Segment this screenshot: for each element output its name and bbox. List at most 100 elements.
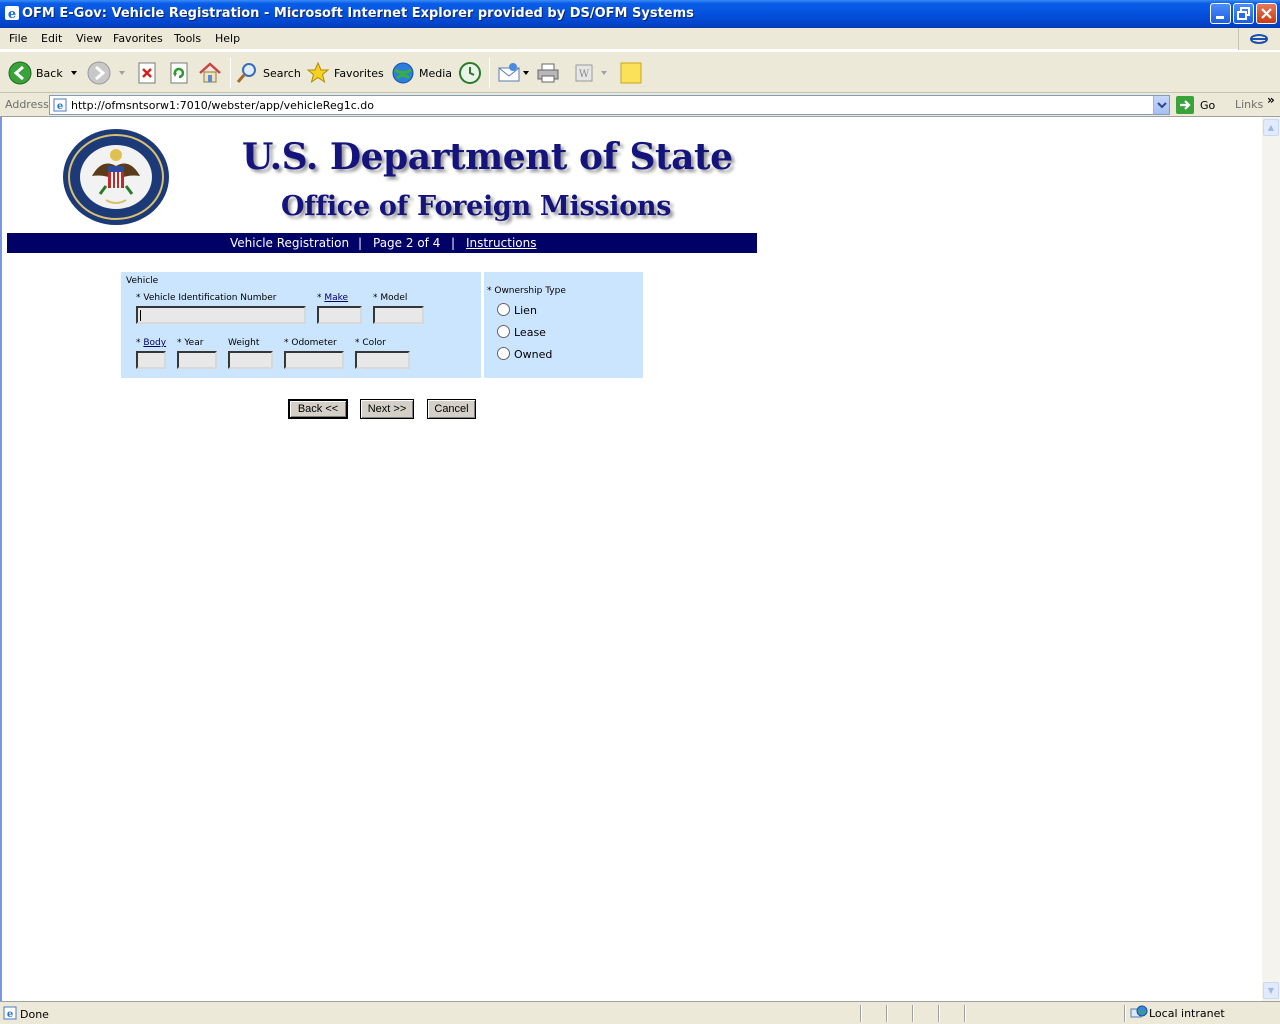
print-button[interactable]: [536, 60, 560, 86]
lien-label: Lien: [514, 304, 537, 317]
lease-radio[interactable]: [497, 325, 510, 338]
menu-edit[interactable]: Edit: [41, 32, 62, 45]
make-link[interactable]: Make: [324, 293, 348, 303]
svg-text:e: e: [57, 101, 63, 112]
body-link[interactable]: Body: [143, 338, 166, 348]
color-input[interactable]: [355, 351, 410, 369]
links-label[interactable]: Links: [1235, 98, 1263, 111]
address-url: http://ofmsntsorw1:7010/webster/app/vehi…: [71, 99, 374, 112]
page-icon: e: [3, 1006, 17, 1020]
owned-radio[interactable]: [497, 347, 510, 360]
toolbar-separator: [489, 58, 490, 88]
owned-label: Owned: [514, 348, 553, 361]
model-input[interactable]: [373, 306, 424, 324]
weight-input[interactable]: [228, 351, 273, 369]
breadcrumb-section: Vehicle Registration: [230, 236, 350, 250]
breadcrumb-page: Page 2 of 4: [373, 236, 441, 250]
menu-bar: File Edit View Favorites Tools Help: [0, 28, 1280, 50]
forward-arrow-icon: [87, 61, 111, 85]
refresh-button[interactable]: [168, 60, 190, 86]
minimize-button[interactable]: [1210, 3, 1231, 24]
note-button[interactable]: [619, 60, 643, 86]
stop-button[interactable]: [136, 60, 158, 86]
toolbar-separator: [230, 58, 231, 88]
svg-text:e: e: [8, 7, 16, 21]
home-icon: [199, 62, 221, 83]
address-input[interactable]: e http://ofmsntsorw1:7010/webster/app/ve…: [49, 95, 1170, 115]
lease-label: Lease: [514, 326, 546, 339]
search-icon: [236, 63, 256, 83]
chevron-down-icon[interactable]: [521, 68, 531, 78]
ownership-section: * Ownership Type Lien Lease Owned: [484, 272, 643, 378]
ie-icon: e: [5, 6, 19, 21]
chevron-down-icon[interactable]: [115, 68, 129, 78]
breadcrumb-separator: |: [451, 236, 456, 250]
address-label: Address: [5, 98, 49, 111]
make-label: * Make: [317, 293, 349, 303]
stop-icon: [138, 62, 156, 84]
instructions-link[interactable]: Instructions: [466, 236, 536, 250]
back-arrow-icon: [8, 61, 32, 85]
menu-view[interactable]: View: [76, 32, 102, 45]
word-edit-icon: W: [575, 64, 593, 82]
menu-favorites[interactable]: Favorites: [113, 32, 163, 45]
odometer-input[interactable]: [284, 351, 344, 369]
windows-logo: [1238, 28, 1280, 50]
menu-file[interactable]: File: [9, 32, 27, 45]
odometer-label: * Odometer: [284, 338, 337, 348]
mail-icon: [498, 63, 520, 82]
back-button[interactable]: Back: [8, 60, 81, 86]
forward-button[interactable]: [87, 60, 129, 86]
status-divider: [964, 1005, 966, 1022]
make-input[interactable]: [317, 306, 362, 324]
links-chevron-icon[interactable]: »: [1267, 93, 1275, 107]
year-input[interactable]: [177, 351, 217, 369]
ownership-type-label: * Ownership Type: [487, 286, 566, 296]
page-icon: e: [53, 98, 67, 112]
status-divider: [1124, 1005, 1126, 1022]
toolbar: Back Search Favorites Media W: [0, 51, 1280, 93]
media-button[interactable]: Media: [391, 60, 452, 86]
menu-help[interactable]: Help: [215, 32, 240, 45]
page-title: U.S. Department of State: [242, 136, 733, 178]
vin-input[interactable]: [136, 306, 306, 324]
menu-tools[interactable]: Tools: [174, 32, 201, 45]
chevron-down-icon: [1157, 102, 1167, 109]
model-label: * Model: [373, 293, 408, 303]
vehicle-section-title: Vehicle: [126, 276, 159, 286]
lien-radio[interactable]: [497, 303, 510, 316]
chevron-down-icon[interactable]: [597, 68, 611, 78]
close-icon: [1261, 8, 1272, 19]
vertical-scrollbar[interactable]: ▲ ▼: [1262, 117, 1280, 1001]
address-dropdown-button[interactable]: [1153, 96, 1169, 114]
favorites-button[interactable]: Favorites: [306, 60, 384, 86]
status-bar: e Done Local intranet: [0, 1001, 1280, 1024]
go-button[interactable]: Go: [1176, 95, 1215, 115]
printer-icon: [537, 63, 559, 83]
scroll-down-icon[interactable]: ▼: [1263, 982, 1279, 999]
vehicle-section: Vehicle * Vehicle Identification Number …: [121, 272, 481, 378]
back-nav-button[interactable]: Back <<: [288, 399, 348, 419]
home-button[interactable]: [198, 60, 222, 86]
scroll-up-icon[interactable]: ▲: [1263, 119, 1279, 136]
edit-button[interactable]: W: [573, 60, 611, 86]
year-label: * Year: [177, 338, 204, 348]
maximize-button[interactable]: [1233, 3, 1254, 24]
intranet-globe-icon: [1130, 1005, 1148, 1018]
cancel-button[interactable]: Cancel: [427, 399, 476, 419]
media-globe-icon: [392, 62, 414, 84]
next-button[interactable]: Next >>: [360, 399, 414, 419]
vin-label: * Vehicle Identification Number: [136, 293, 277, 303]
body-label: * Body: [136, 338, 167, 348]
history-icon: [459, 62, 481, 84]
security-zone[interactable]: Local intranet: [1130, 1005, 1225, 1021]
mail-button[interactable]: [497, 60, 531, 86]
search-button[interactable]: Search: [235, 60, 301, 86]
chevron-down-icon[interactable]: [67, 68, 81, 78]
breadcrumb: Vehicle Registration | Page 2 of 4 | Ins…: [7, 233, 757, 253]
body-input[interactable]: [136, 351, 166, 369]
history-button[interactable]: [458, 60, 482, 86]
department-seal-icon: [63, 129, 169, 225]
restore-icon: [1237, 7, 1250, 20]
close-button[interactable]: [1256, 3, 1277, 24]
